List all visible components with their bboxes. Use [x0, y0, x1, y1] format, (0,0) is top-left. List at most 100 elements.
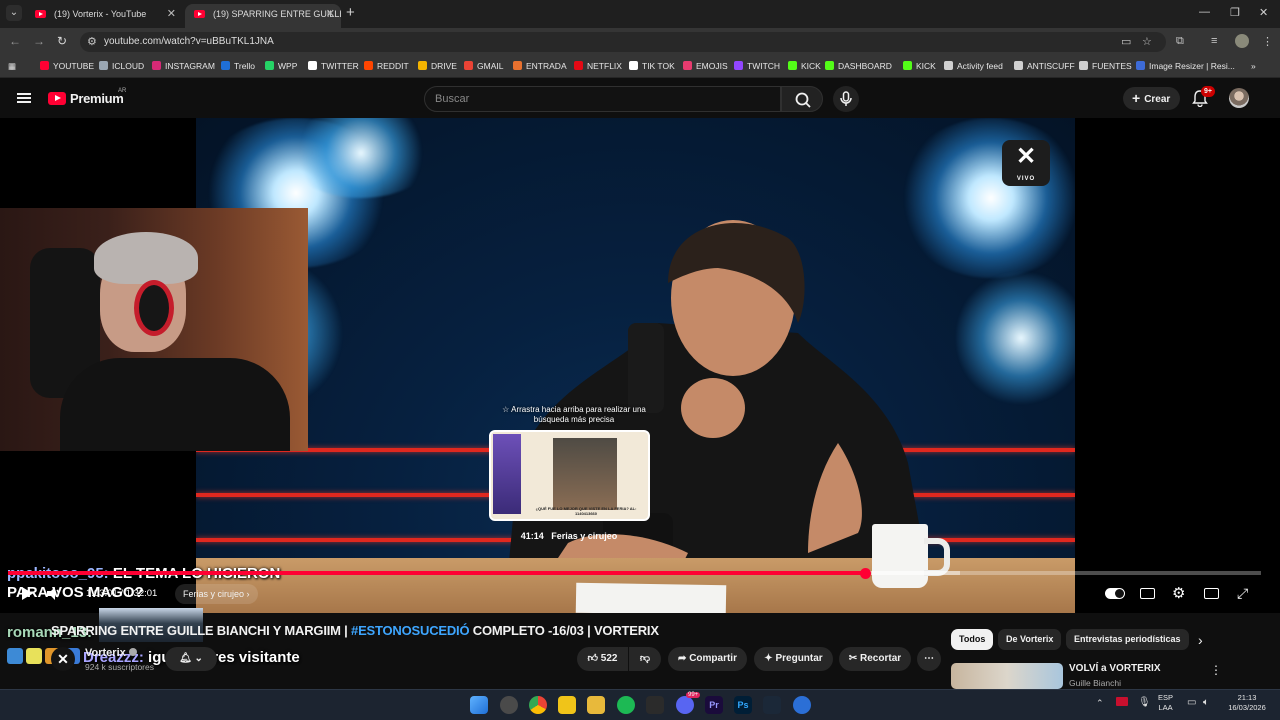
start-icon[interactable]	[470, 696, 488, 714]
bookmark-star-icon[interactable]: ☆	[1142, 35, 1152, 48]
volume-tray-icon[interactable]: 🔈︎	[1203, 697, 1209, 708]
app-icon[interactable]	[500, 696, 518, 714]
ask-button[interactable]: ✦ Preguntar	[754, 647, 833, 671]
profile-icon[interactable]	[1235, 34, 1249, 48]
bookmark-item[interactable]: ANTISCUFF	[1014, 61, 1075, 71]
clip-button[interactable]: ✂ Recortar	[839, 647, 911, 671]
close-tab-icon[interactable]: ✕	[167, 4, 176, 24]
more-bookmarks-icon[interactable]: »	[1251, 61, 1256, 71]
current-time: 1:03:01	[86, 588, 118, 599]
minimize-icon[interactable]: —	[1199, 6, 1210, 18]
bookmark-item[interactable]: REDDIT	[364, 61, 409, 71]
recommendation-menu-icon[interactable]: ⋮	[1210, 663, 1222, 677]
file-explorer-icon[interactable]	[587, 696, 605, 714]
app-icon[interactable]	[793, 696, 811, 714]
miniplayer-icon[interactable]	[1204, 588, 1219, 599]
create-button[interactable]: + Crear	[1123, 87, 1180, 110]
subtitles-icon[interactable]	[1140, 588, 1155, 599]
bookmark-item[interactable]: Trello	[221, 61, 255, 71]
tab-search-icon[interactable]: ⌄	[6, 5, 22, 21]
settings-gear-icon[interactable]: ⚙	[1172, 584, 1185, 602]
new-tab-icon[interactable]: +	[346, 5, 355, 21]
clock[interactable]: 21:13 16/03/2026	[1222, 693, 1272, 713]
close-window-icon[interactable]: ✕	[1259, 6, 1268, 19]
tray-app-icon[interactable]	[1116, 697, 1128, 706]
more-menu-icon[interactable]: ⋮	[1262, 35, 1273, 48]
chapter-button[interactable]: Ferias y cirujeo ›	[175, 584, 258, 604]
cast-icon[interactable]: ▭	[1121, 35, 1131, 48]
video-player[interactable]: ✕VIVO ppakitooo_95: EL TEMA LO HICIERON …	[0, 118, 1280, 666]
site-info-icon[interactable]: ⚙	[87, 35, 97, 48]
media-controls-icon[interactable]: ≡	[1211, 35, 1217, 47]
tab-sparring[interactable]: (19) SPARRING ENTRE GUILLE B ✕	[185, 4, 341, 28]
more-actions-icon[interactable]: ⋯	[917, 647, 941, 671]
avatar[interactable]	[1229, 88, 1249, 108]
share-button[interactable]: ➦ Compartir	[668, 647, 747, 671]
premiere-icon[interactable]: Pr	[705, 696, 723, 714]
channel-avatar[interactable]: ✕	[51, 647, 75, 671]
bookmark-item[interactable]: YOUTUBE	[40, 61, 94, 71]
address-bar[interactable]: ⚙ youtube.com/watch?v=uBBuTKL1JNA ▭ ☆	[80, 32, 1166, 52]
bookmark-item[interactable]: WPP	[265, 61, 297, 71]
thumbs-up-icon: 👍︎	[587, 653, 598, 664]
play-icon[interactable]	[21, 587, 33, 600]
bookmark-item[interactable]: ENTRADA	[513, 61, 567, 71]
recommendation-title[interactable]: VOLVÍ a VORTERIX	[1069, 663, 1161, 674]
channel-name[interactable]: Vorterix	[85, 647, 137, 659]
youtube-logo-icon[interactable]	[48, 92, 66, 105]
bookmark-item[interactable]: TWITCH	[734, 61, 780, 71]
fullscreen-icon[interactable]: ⤢	[1237, 585, 1248, 602]
recommendation-channel[interactable]: Guille Bianchi	[1069, 678, 1121, 688]
dislike-button[interactable]: 👎︎	[629, 647, 661, 671]
app-icon[interactable]	[646, 696, 664, 714]
forward-icon[interactable]: →	[33, 34, 45, 48]
close-tab-icon[interactable]: ✕	[326, 4, 335, 24]
bookmark-item[interactable]: NETFLIX	[574, 61, 622, 71]
chip-entrevistas[interactable]: Entrevistas periodísticas	[1066, 629, 1189, 650]
photoshop-icon[interactable]: Ps	[734, 696, 752, 714]
bookmark-item[interactable]: KICK	[788, 61, 821, 71]
tray-chevron-icon[interactable]: ⌃	[1096, 698, 1104, 709]
bookmark-item[interactable]: TWITTER	[308, 61, 359, 71]
bookmark-item[interactable]: KICK	[903, 61, 936, 71]
back-icon[interactable]: ←	[9, 34, 21, 48]
bookmark-item[interactable]: DASHBOARD	[825, 61, 892, 71]
search-input[interactable]: Buscar	[424, 86, 781, 112]
reload-icon[interactable]: ↻	[57, 34, 67, 48]
tray-mic-icon[interactable]: 🎙︎	[1138, 697, 1151, 708]
bookmark-item[interactable]: Image Resizer | Resi...	[1136, 61, 1235, 71]
discord-icon[interactable]	[676, 696, 694, 714]
tab-vorterix[interactable]: (19) Vorterix - YouTube ✕	[26, 4, 182, 28]
chip-all[interactable]: Todos	[951, 629, 994, 650]
bookmark-item[interactable]: INSTAGRAM	[152, 61, 215, 71]
spotify-icon[interactable]	[617, 696, 635, 714]
like-button[interactable]: 👍︎ 522	[577, 647, 628, 671]
logo-text[interactable]: Premium	[70, 91, 124, 106]
bookmark-item[interactable]: GMAIL	[464, 61, 503, 71]
apps-grid-icon[interactable]: ▦	[8, 61, 16, 72]
bookmark-item[interactable]: EMOJIS	[683, 61, 728, 71]
scrubber-handle[interactable]	[860, 568, 871, 579]
network-icon[interactable]: ▭	[1187, 697, 1196, 708]
bookmark-item[interactable]: TIK TOK	[629, 61, 675, 71]
bookmark-item[interactable]: FUENTES	[1079, 61, 1132, 71]
search-button[interactable]	[781, 86, 823, 112]
chip-de-vorterix[interactable]: De Vorterix	[998, 629, 1062, 650]
voice-search-button[interactable]	[833, 86, 859, 112]
chips-next-icon[interactable]: ›	[1198, 632, 1203, 648]
autoplay-toggle[interactable]	[1105, 588, 1125, 599]
steam-icon[interactable]	[763, 696, 781, 714]
notes-icon[interactable]	[558, 696, 576, 714]
subscribe-bell-button[interactable]: 🔔︎ ⌄	[165, 647, 217, 671]
menu-icon[interactable]	[17, 93, 31, 103]
input-language[interactable]: ESP LAA	[1158, 693, 1173, 713]
volume-icon[interactable]	[47, 587, 63, 600]
bookmark-item[interactable]: Activity feed	[944, 61, 1003, 71]
restore-icon[interactable]: ❐	[1230, 6, 1240, 19]
bookmark-item[interactable]: DRIVE	[418, 61, 457, 71]
chrome-icon[interactable]	[529, 696, 547, 714]
recommendation-thumbnail[interactable]	[951, 663, 1063, 689]
title-hashtag[interactable]: #ESTONOSUCEDIÓ	[351, 623, 470, 638]
bookmark-item[interactable]: ICLOUD	[99, 61, 144, 71]
extensions-icon[interactable]: ⧉	[1176, 35, 1184, 48]
